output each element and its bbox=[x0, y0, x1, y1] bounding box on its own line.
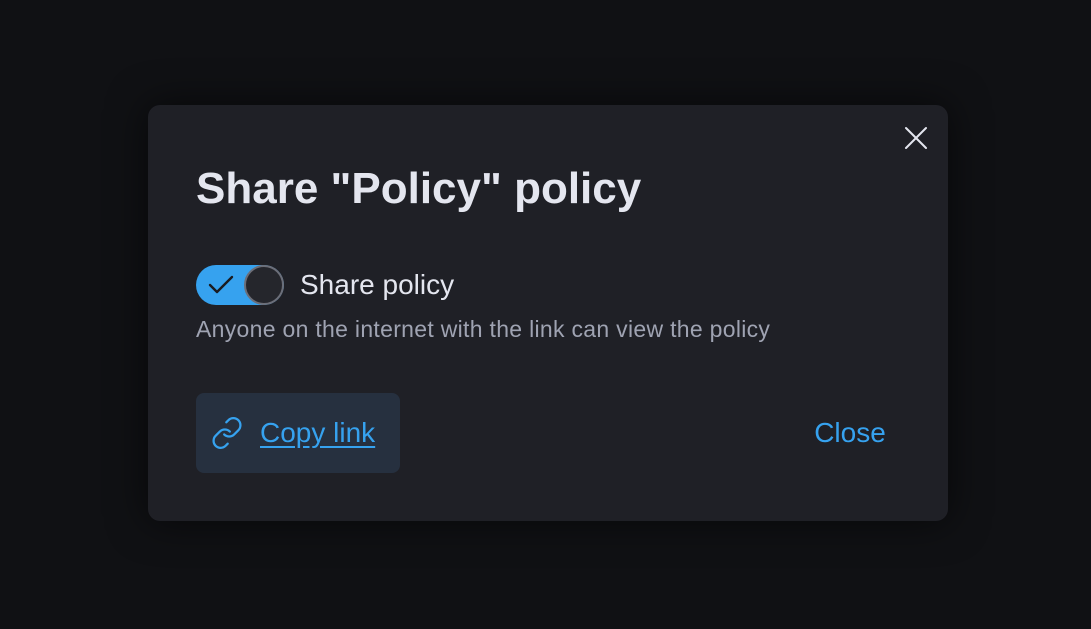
share-policy-dialog: Share "Policy" policy Share policy Anyon… bbox=[148, 105, 948, 521]
share-toggle-row: Share policy bbox=[196, 265, 454, 305]
check-icon bbox=[208, 275, 234, 294]
helper-text: Anyone on the internet with the link can… bbox=[196, 316, 771, 342]
share-policy-switch[interactable] bbox=[196, 265, 284, 305]
copy-link-button[interactable]: Copy link bbox=[196, 393, 400, 473]
switch-knob bbox=[244, 265, 284, 305]
close-button[interactable]: Close bbox=[792, 393, 908, 473]
share-policy-label: Share policy bbox=[300, 269, 455, 300]
close-icon[interactable] bbox=[902, 124, 930, 152]
link-icon bbox=[210, 416, 244, 450]
copy-link-label: Copy link bbox=[260, 417, 376, 448]
dialog-title: Share "Policy" policy bbox=[196, 164, 642, 213]
